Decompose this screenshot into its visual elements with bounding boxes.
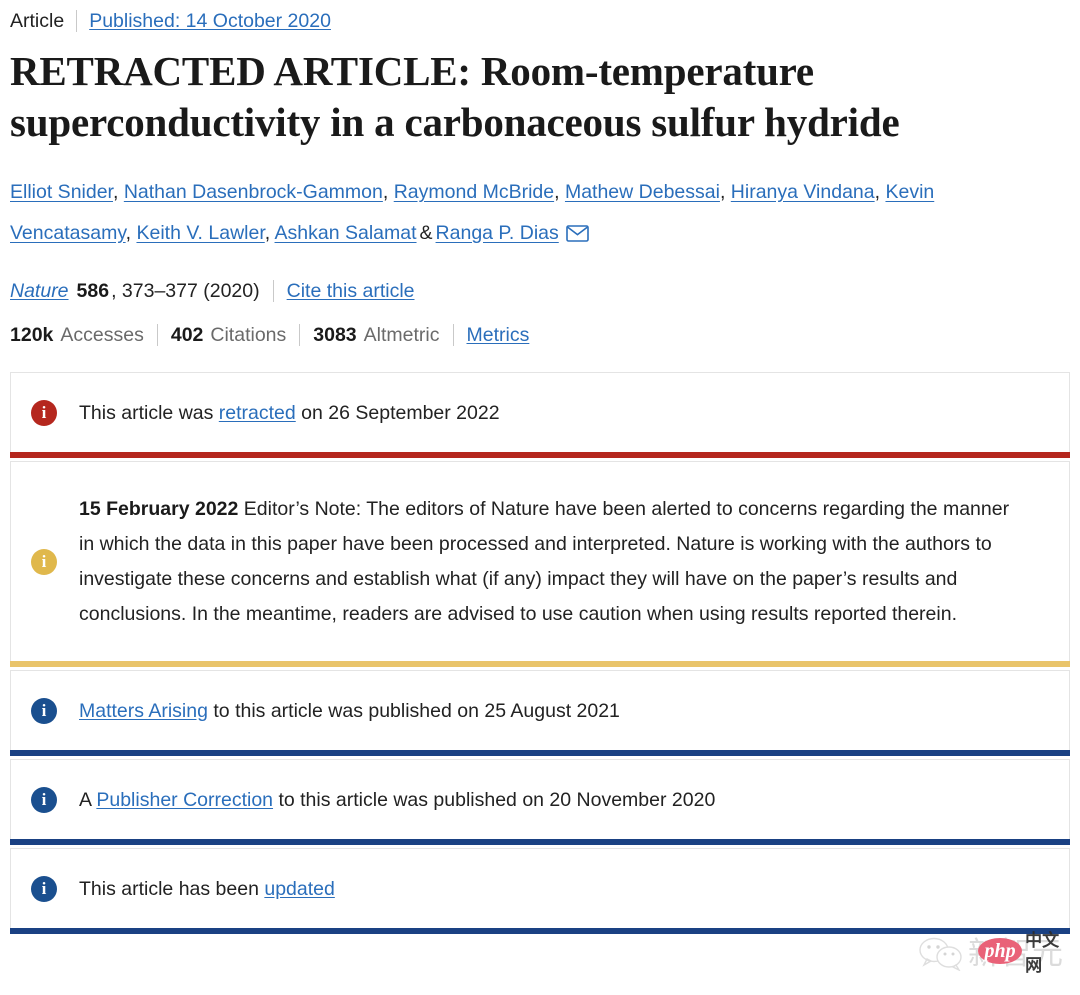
cite-this-article-link[interactable]: Cite this article xyxy=(287,276,415,306)
published-date-link[interactable]: Published: 14 October 2020 xyxy=(89,7,331,35)
author-link-2[interactable]: Nathan Dasenbrock-Gammon xyxy=(124,181,383,203)
publisher-correction-link[interactable]: Publisher Correction xyxy=(96,789,273,811)
author-separator: , xyxy=(554,181,560,203)
wechat-icon xyxy=(918,937,964,972)
info-glyph: i xyxy=(41,551,47,571)
notice-retraction: i This article was retracted on 26 Septe… xyxy=(10,372,1070,458)
envelope-icon[interactable] xyxy=(565,216,589,257)
notice-accent-bar xyxy=(10,928,1070,934)
author-separator: , xyxy=(112,181,119,203)
journal-pages-year: , 373–377 (2020) xyxy=(111,280,260,302)
altmetric-count: 3083 xyxy=(313,324,357,346)
metrics-bar: 120k Accesses 402 Citations 3083 Altmetr… xyxy=(10,320,1080,350)
notice-text: This article was retracted on 26 Septemb… xyxy=(79,398,524,428)
metrics-divider xyxy=(156,324,158,346)
notice-accent-bar xyxy=(10,750,1070,756)
notice-accent-bar xyxy=(10,661,1070,667)
breadcrumb: Article Published: 14 October 2020 xyxy=(0,0,1080,36)
breadcrumb-divider xyxy=(76,10,78,32)
author-separator: , xyxy=(719,181,726,203)
page-title: RETRACTED ARTICLE: Room-temperature supe… xyxy=(10,48,900,145)
journal-volume: 586 xyxy=(76,280,110,302)
author-link-9[interactable]: Ranga P. Dias xyxy=(436,222,559,244)
author-separator: , xyxy=(382,181,389,203)
article-header-page: Article Published: 14 October 2020 RETRA… xyxy=(0,0,1080,995)
author-link-3[interactable]: Raymond McBride xyxy=(394,181,554,203)
citation-line: Nature 586 , 373–377 (2020) Cite this ar… xyxy=(10,276,1080,306)
author-separator: , xyxy=(125,222,132,244)
editors-note-date: 15 February 2022 xyxy=(79,497,239,520)
info-icon: i xyxy=(31,548,57,575)
matters-arising-link[interactable]: Matters Arising xyxy=(79,700,208,722)
info-glyph: i xyxy=(41,700,47,720)
info-glyph: i xyxy=(41,402,47,422)
accesses-label: Accesses xyxy=(60,324,144,346)
notice-text: A Publisher Correction to this article w… xyxy=(79,785,739,815)
notice-list: i This article was retracted on 26 Septe… xyxy=(0,372,1080,934)
info-icon: i xyxy=(31,875,57,902)
info-icon: i xyxy=(31,399,57,426)
watermark: 新智元 php 中文网 xyxy=(918,931,1064,976)
author-link-8[interactable]: Ashkan Salamat xyxy=(275,222,417,244)
metrics-divider xyxy=(299,324,301,346)
info-icon: i xyxy=(31,786,57,813)
citation-divider xyxy=(272,280,274,302)
author-link-4[interactable]: Mathew Debessai xyxy=(565,181,720,203)
journal-name-link[interactable]: Nature xyxy=(10,276,69,306)
notice-text-after: on 26 September 2022 xyxy=(295,401,500,424)
metrics-divider xyxy=(452,324,454,346)
watermark-brand: 新智元 xyxy=(968,935,1064,972)
retracted-link[interactable]: retracted xyxy=(219,402,296,424)
notice-text: Matters Arising to this article was publ… xyxy=(79,696,644,726)
article-type-label: Article xyxy=(10,10,65,32)
notice-text-before: This article has been xyxy=(79,877,265,900)
author-separator: , xyxy=(874,181,881,203)
info-glyph: i xyxy=(41,878,47,898)
metrics-link[interactable]: Metrics xyxy=(467,320,530,350)
author-link-7[interactable]: Keith V. Lawler xyxy=(136,222,264,244)
info-glyph: i xyxy=(41,789,47,809)
notice-publisher-correction: i A Publisher Correction to this article… xyxy=(10,759,1070,845)
notice-editors-note: i 15 February 2022 Editor’s Note: The ed… xyxy=(10,461,1070,667)
notice-updated: i This article has been updated xyxy=(10,848,1070,934)
notice-matters-arising: i Matters Arising to this article was pu… xyxy=(10,670,1070,756)
notice-text-before: This article was xyxy=(79,401,219,424)
notice-text: 15 February 2022 Editor’s Note: The edit… xyxy=(79,492,1034,632)
notice-text-after: to this article was published on 25 Augu… xyxy=(207,699,620,722)
updated-link[interactable]: updated xyxy=(264,878,335,900)
notice-text-after: to this article was published on 20 Nove… xyxy=(273,788,716,811)
author-list: Elliot Snider, Nathan Dasenbrock-Gammon,… xyxy=(10,172,1050,257)
accesses-count: 120k xyxy=(10,324,54,346)
author-link-1[interactable]: Elliot Snider xyxy=(10,181,113,203)
php-badge: php xyxy=(978,938,1023,964)
citations-label: Citations xyxy=(210,324,287,346)
info-icon: i xyxy=(31,697,57,724)
citations-count: 402 xyxy=(170,324,204,346)
notice-accent-bar xyxy=(10,452,1070,458)
altmetric-label: Altmetric xyxy=(363,324,440,346)
notice-text-before: A xyxy=(79,788,97,811)
author-link-5[interactable]: Hiranya Vindana xyxy=(731,181,875,203)
notice-text: This article has been updated xyxy=(79,874,359,904)
author-ampersand: & xyxy=(419,222,433,244)
notice-accent-bar xyxy=(10,839,1070,845)
author-separator: , xyxy=(264,222,271,244)
